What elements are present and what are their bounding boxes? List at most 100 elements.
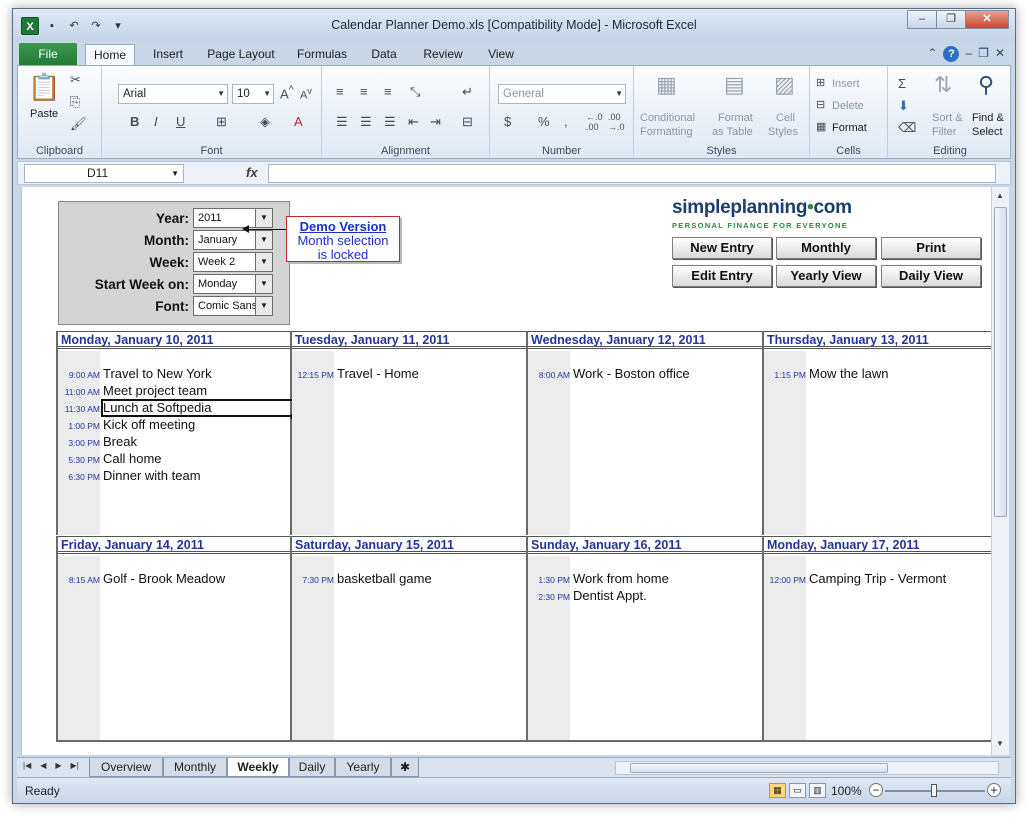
name-box[interactable]: D11 ▼ [24, 164, 184, 183]
format-cells-icon[interactable]: ▦ [816, 120, 826, 133]
binoculars-icon[interactable]: ⚲ [978, 72, 994, 98]
minimize-button[interactable]: – [907, 10, 937, 29]
day-body[interactable]: 7:30 PM basketball game [292, 556, 526, 740]
grow-font-icon[interactable]: A^ [280, 84, 294, 101]
day-header[interactable]: Saturday, January 15, 2011 [292, 536, 526, 554]
last-sheet-icon[interactable]: ▶| [71, 761, 79, 770]
close-button[interactable]: ✕ [965, 10, 1009, 29]
paste-icon[interactable]: 📋 [28, 72, 60, 103]
zoom-knob[interactable] [931, 784, 937, 797]
calendar-entry[interactable]: 3:00 PM Break [58, 433, 290, 450]
tab-insert[interactable]: Insert [143, 44, 193, 65]
zoom-slider[interactable]: − + [869, 782, 1003, 800]
page-break-view-icon[interactable]: ▥ [809, 783, 826, 798]
zoom-out-icon[interactable]: − [869, 783, 883, 797]
sort-filter-label-1[interactable]: Sort & [932, 112, 963, 124]
align-right-icon[interactable]: ☰ [384, 114, 396, 130]
copy-icon[interactable]: ⎘ [70, 94, 80, 110]
demo-note-title[interactable]: Demo Version [287, 219, 399, 234]
day-body[interactable]: 1:15 PM Mow the lawn [764, 351, 991, 535]
insert-cells-icon[interactable]: ⊞ [816, 76, 825, 89]
clear-icon[interactable]: ⌫ [898, 120, 916, 136]
day-body[interactable]: 12:15 PM Travel - Home [292, 351, 526, 535]
normal-view-icon[interactable]: ▦ [769, 783, 786, 798]
calendar-entry[interactable]: 11:30 AM Lunch at Softpedia [58, 399, 296, 419]
increase-indent-icon[interactable]: ⇥ [430, 114, 441, 130]
italic-icon[interactable]: I [154, 114, 158, 129]
next-sheet-icon[interactable]: ▶ [55, 761, 61, 770]
worksheet[interactable]: Year: 2011 ▼ Month: January ▼ Week: Week… [21, 187, 991, 755]
tab-formulas[interactable]: Formulas [291, 44, 353, 65]
calendar-entry[interactable]: 5:30 PM Call home [58, 450, 290, 467]
insert-function-icon[interactable]: fx [246, 165, 258, 180]
help-icon[interactable]: ? [943, 46, 960, 62]
day-header[interactable]: Tuesday, January 11, 2011 [292, 331, 526, 349]
align-top-icon[interactable]: ≡ [336, 84, 344, 99]
day-body[interactable]: 1:30 PM Work from home 2:30 PM Dentist Appt… [528, 556, 762, 740]
calendar-entry[interactable]: 8:00 AM Work - Boston office [528, 365, 762, 382]
yearly-view-button[interactable]: Yearly View [776, 265, 876, 287]
tab-file[interactable]: File [19, 43, 77, 65]
insert-cells-button[interactable]: Insert [832, 78, 860, 90]
calendar-entry[interactable]: 9:00 AM Travel to New York [58, 365, 290, 382]
tab-page-layout[interactable]: Page Layout [201, 44, 281, 65]
zoom-level[interactable]: 100% [831, 784, 862, 798]
format-as-table-icon[interactable]: ▤ [724, 72, 745, 98]
calendar-entry[interactable]: 1:15 PM Mow the lawn [764, 365, 991, 382]
sort-filter-icon[interactable]: ⇅ [934, 72, 952, 98]
new-entry-button[interactable]: New Entry [672, 237, 772, 259]
shrink-font-icon[interactable]: Av [300, 86, 312, 102]
day-header[interactable]: Monday, January 10, 2011 [58, 331, 290, 349]
insert-sheet-icon[interactable]: ✱ [391, 758, 419, 777]
font-name-combo[interactable]: Arial ▼ [118, 84, 228, 104]
align-center-icon[interactable]: ☰ [360, 114, 372, 130]
day-header[interactable]: Monday, January 17, 2011 [764, 536, 991, 554]
calendar-entry[interactable]: 8:15 AM Golf - Brook Meadow [58, 570, 290, 587]
calendar-entry[interactable]: 12:00 PM Camping Trip - Vermont [764, 570, 991, 587]
day-header[interactable]: Wednesday, January 12, 2011 [528, 331, 762, 349]
autosum-icon[interactable]: Σ [898, 76, 906, 91]
cell-styles-label-2[interactable]: Styles [768, 126, 798, 138]
prev-sheet-icon[interactable]: ◀ [40, 761, 46, 770]
chevron-down-icon[interactable]: ▼ [255, 275, 272, 293]
calendar-entry[interactable]: 6:30 PM Dinner with team [58, 467, 290, 484]
align-bottom-icon[interactable]: ≡ [384, 84, 392, 99]
formula-input[interactable] [268, 164, 996, 183]
vertical-scrollbar[interactable]: ▲ ▼ [991, 187, 1009, 755]
zoom-in-icon[interactable]: + [987, 783, 1001, 797]
decrease-decimal-icon[interactable]: .00 →.0 [608, 112, 625, 132]
find-select-label-2[interactable]: Select [972, 126, 1003, 138]
chevron-down-icon[interactable]: ▼ [255, 297, 272, 315]
align-middle-icon[interactable]: ≡ [360, 84, 368, 99]
tab-view[interactable]: View [479, 44, 523, 65]
day-body[interactable]: 9:00 AM Travel to New York 11:00 AM Meet pr… [58, 351, 296, 535]
orientation-icon[interactable]: ⤡ [410, 84, 420, 100]
sheet-tab-weekly[interactable]: Weekly [227, 758, 289, 777]
day-header[interactable]: Thursday, January 13, 2011 [764, 331, 991, 349]
borders-icon[interactable]: ⊞ [216, 114, 227, 130]
calendar-entry[interactable]: 1:30 PM Work from home [528, 570, 762, 587]
calendar-entry[interactable]: 7:30 PM basketball game [292, 570, 526, 587]
day-header[interactable]: Sunday, January 16, 2011 [528, 536, 762, 554]
scroll-down-icon[interactable]: ▼ [996, 739, 1004, 748]
daily-view-button[interactable]: Daily View [881, 265, 981, 287]
delete-cells-button[interactable]: Delete [832, 100, 864, 112]
horizontal-scroll-thumb[interactable] [630, 763, 888, 773]
first-sheet-icon[interactable]: |◀ [23, 761, 31, 770]
cell-styles-label-1[interactable]: Cell [776, 112, 795, 124]
doc-restore-icon[interactable]: ❐ [978, 46, 989, 62]
font-size-combo[interactable]: 10 ▼ [232, 84, 274, 104]
delete-cells-icon[interactable]: ⊟ [816, 98, 825, 111]
find-select-label-1[interactable]: Find & [972, 112, 1004, 124]
font-color-icon[interactable]: A [294, 114, 303, 129]
paste-button[interactable]: Paste [30, 108, 58, 120]
sheet-tab-daily[interactable]: Daily [289, 758, 335, 777]
calendar-entry[interactable]: 1:00 PM Kick off meeting [58, 416, 290, 433]
percent-icon[interactable]: % [538, 114, 550, 129]
currency-icon[interactable]: $ [504, 114, 511, 129]
sheet-tab-monthly[interactable]: Monthly [163, 758, 227, 777]
scroll-up-icon[interactable]: ▲ [996, 191, 1004, 200]
minimize-ribbon-icon[interactable]: ⌃ [927, 46, 937, 62]
increase-decimal-icon[interactable]: ←.0.00 [586, 112, 603, 132]
bold-icon[interactable]: B [130, 114, 139, 129]
